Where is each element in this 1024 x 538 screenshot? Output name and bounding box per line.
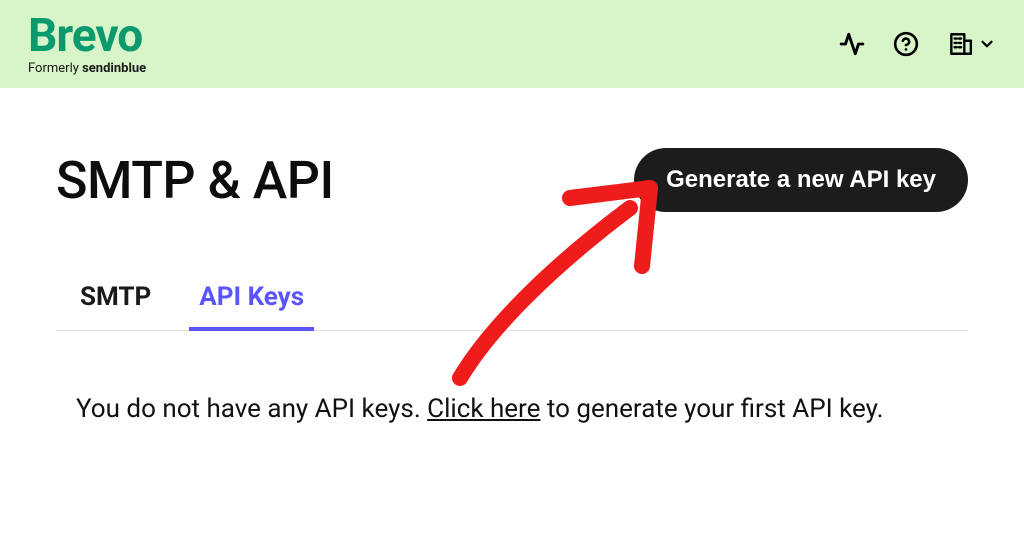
chevron-down-icon <box>978 35 996 53</box>
empty-state-link[interactable]: Click here <box>427 394 540 424</box>
top-bar: Brevo Formerly sendinblue <box>0 0 1024 88</box>
help-icon[interactable] <box>892 30 920 58</box>
page-header: SMTP & API Generate a new API key <box>56 148 968 212</box>
brand-former-prefix: Formerly <box>28 61 82 76</box>
brand-logo: Brevo <box>28 13 146 59</box>
page-content: SMTP & API Generate a new API key SMTP A… <box>0 88 1024 429</box>
org-switcher[interactable] <box>946 30 996 58</box>
brand-subtitle: Formerly sendinblue <box>28 61 146 76</box>
generate-api-key-button[interactable]: Generate a new API key <box>634 148 968 212</box>
tab-smtp[interactable]: SMTP <box>76 272 155 330</box>
brand-block: Brevo Formerly sendinblue <box>28 13 146 76</box>
brand-former-name: sendinblue <box>82 61 146 76</box>
empty-state-message: You do not have any API keys. Click here… <box>56 391 936 429</box>
tab-api-keys[interactable]: API Keys <box>195 272 308 330</box>
building-icon <box>946 30 974 58</box>
top-bar-actions <box>838 30 996 58</box>
tabs: SMTP API Keys <box>56 272 968 331</box>
activity-icon[interactable] <box>838 30 866 58</box>
page-title: SMTP & API <box>56 150 334 211</box>
empty-state-pre: You do not have any API keys. <box>76 394 427 424</box>
empty-state-post: to generate your first API key. <box>540 394 883 424</box>
